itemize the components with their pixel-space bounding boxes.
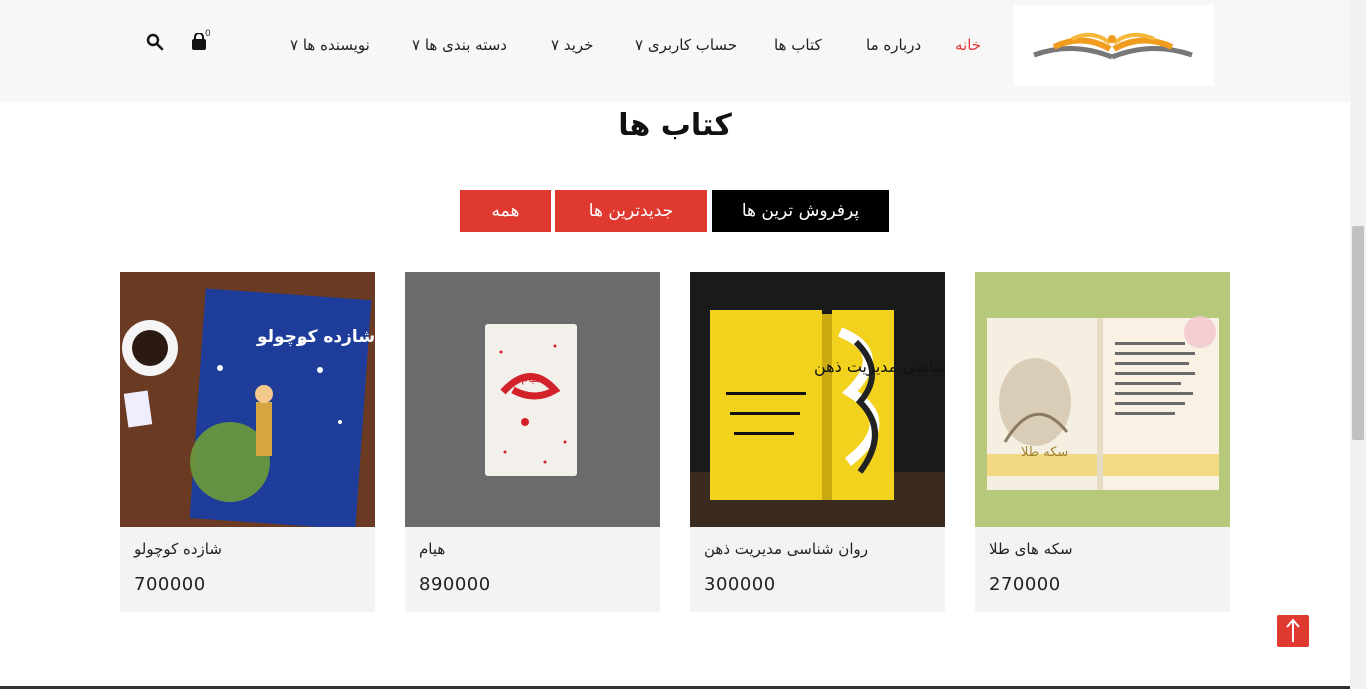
section-title: کتاب ها (618, 108, 732, 143)
arrow-up-icon (1286, 618, 1300, 642)
cover-title-hiam: هیام (521, 372, 540, 385)
cart-count-badge: 0 (205, 29, 211, 39)
nav-books[interactable]: کتاب ها (774, 34, 822, 56)
search-icon[interactable] (146, 33, 166, 53)
book-title[interactable]: شازده کوچولو (134, 540, 222, 558)
book-price: 300000 (704, 574, 776, 595)
book-title[interactable]: هیام (419, 540, 445, 558)
nav-categories[interactable]: دسته بندی ها ۷ (412, 34, 507, 56)
book-card-little-prince[interactable]: شازده کوچولو شازده کوچولو 700000 (120, 272, 375, 612)
nav-shop[interactable]: خرید ۷ (551, 34, 593, 56)
book-card-hiam[interactable]: هیام هیام 890000 (405, 272, 660, 612)
cover-title-little-prince: شازده کوچولو (256, 327, 375, 347)
book-price: 270000 (989, 574, 1061, 595)
tab-newest[interactable]: جدیدترین ها (555, 190, 707, 232)
nav-about[interactable]: درباره ما (866, 34, 921, 56)
book-card-mind-management[interactable]: روان شناسی مدیریت ذهن روان شناسی مدیریت … (690, 272, 945, 612)
book-cover-hiam[interactable]: هیام (405, 272, 660, 527)
nav-account[interactable]: حساب کاربری ۷ (635, 34, 737, 56)
book-price: 890000 (419, 574, 491, 595)
book-title[interactable]: روان شناسی مدیریت ذهن (704, 540, 868, 558)
book-cover-little-prince[interactable]: شازده کوچولو (120, 272, 375, 527)
book-cover-golden-coins[interactable]: سکه طلا (975, 272, 1230, 527)
site-header: خانه درباره ما کتاب ها حساب کاربری ۷ خری… (0, 0, 1350, 99)
book-price: 700000 (134, 574, 206, 595)
back-to-top-button[interactable] (1277, 615, 1309, 647)
cover-title-golden-coins: سکه طلا (1021, 445, 1068, 460)
open-book-logo-icon (1033, 32, 1193, 60)
tab-all[interactable]: همه (460, 190, 551, 232)
book-card-golden-coins[interactable]: سکه طلا سکه های طلا 270000 (975, 272, 1230, 612)
book-title[interactable]: سکه های طلا (989, 540, 1073, 558)
scrollbar-thumb[interactable] (1352, 226, 1364, 440)
nav-authors[interactable]: نویسنده ها ۷ (290, 34, 370, 56)
tab-bestsellers[interactable]: پرفروش ترین ها (712, 190, 889, 232)
nav-home[interactable]: خانه (955, 34, 981, 56)
book-cover-mind-management[interactable]: روان شناسی مدیریت ذهن (690, 272, 945, 527)
site-logo[interactable] (1014, 5, 1214, 86)
cover-title-mind-management: روان شناسی مدیریت ذهن (814, 357, 945, 377)
